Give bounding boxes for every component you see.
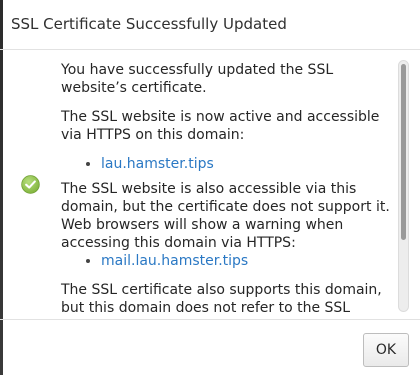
dialog-body: You have successfully updated the SSL we… xyxy=(0,50,420,319)
dialog-title-bar: SSL Certificate Successfully Updated xyxy=(0,0,420,50)
ok-button[interactable]: OK xyxy=(363,333,409,367)
dialog-title: SSL Certificate Successfully Updated xyxy=(11,15,287,33)
content-scrollbar[interactable] xyxy=(398,60,409,312)
list-item: mail.lau.hamster.tips xyxy=(101,252,393,270)
scrollbar-thumb[interactable] xyxy=(401,64,406,240)
message-content: You have successfully updated the SSL we… xyxy=(61,61,393,319)
warning-domain-list: mail.lau.hamster.tips xyxy=(61,252,393,270)
ssl-success-dialog: SSL Certificate Successfully Updated You… xyxy=(0,0,420,375)
active-message: The SSL website is now active and access… xyxy=(61,109,380,143)
dialog-footer: OK xyxy=(0,319,420,375)
success-message: You have successfully updated the SSL we… xyxy=(61,62,334,96)
supported-message: The SSL certificate also supports this d… xyxy=(61,282,382,319)
active-domain-list: lau.hamster.tips xyxy=(61,155,393,173)
warning-message: The SSL website is also accessible via t… xyxy=(61,181,390,251)
domain-link-primary[interactable]: lau.hamster.tips xyxy=(101,156,214,172)
domain-link-mail[interactable]: mail.lau.hamster.tips xyxy=(101,253,248,269)
list-item: lau.hamster.tips xyxy=(101,155,393,173)
check-circle-icon xyxy=(21,175,40,194)
